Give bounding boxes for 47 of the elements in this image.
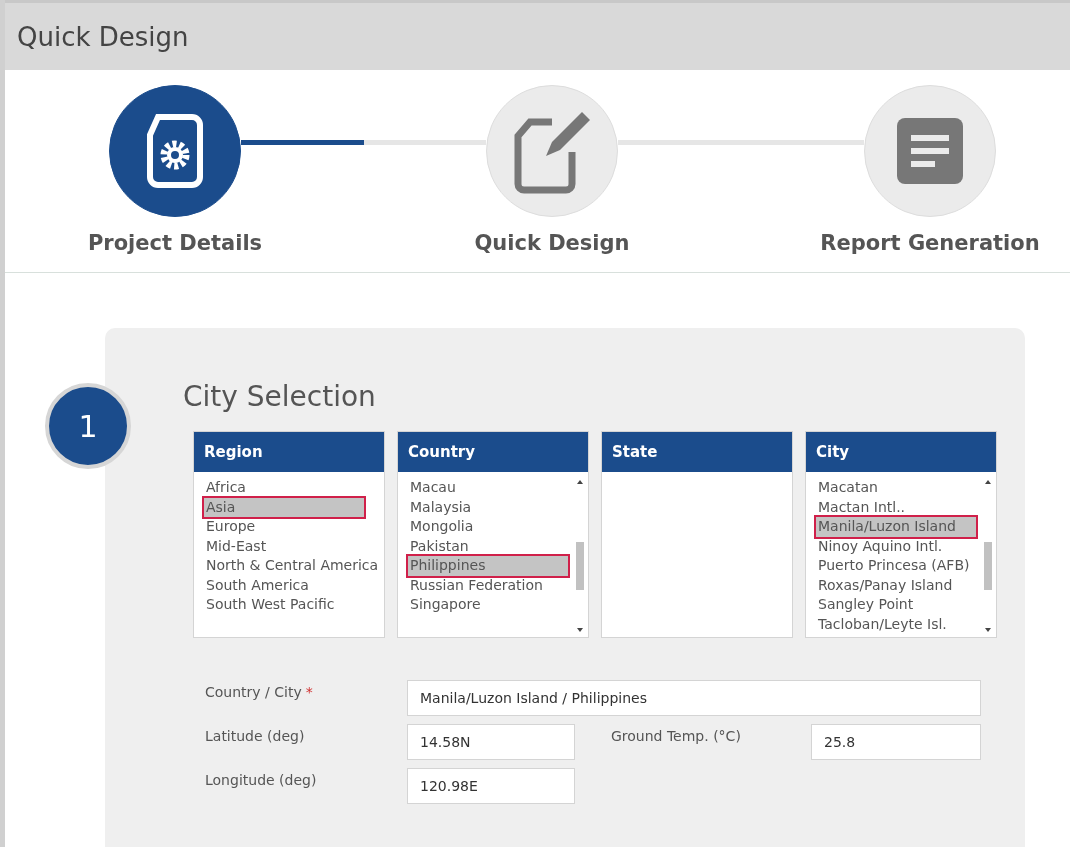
list-item[interactable]: Malaysia (408, 497, 568, 517)
required-mark: * (305, 683, 313, 700)
list-item[interactable]: Africa (204, 478, 364, 498)
input-field[interactable]: 120.98E (407, 768, 575, 804)
list-header: Region (194, 432, 384, 472)
list-item[interactable]: Russian Federation (408, 575, 568, 595)
step-label: Project Details (87, 231, 263, 255)
list-item[interactable]: Puerto Princesa (AFB) (816, 556, 976, 576)
list-item[interactable]: North & Central America (204, 556, 379, 576)
step-number: 1 (45, 383, 131, 469)
page-title: Quick Design (17, 21, 189, 52)
list-item[interactable]: Ninoy Aquino Intl. (816, 536, 976, 556)
list-box[interactable]: State (601, 431, 793, 638)
list-item[interactable]: Philippines (408, 556, 568, 576)
list-item[interactable]: Europe (204, 517, 364, 537)
list-item[interactable]: Macau (408, 478, 568, 498)
section-title: City Selection (183, 380, 376, 413)
list-item[interactable]: Asia (204, 497, 364, 517)
list-item[interactable]: Manila/Luzon Island (816, 517, 976, 537)
list-item[interactable]: Mid-East (204, 536, 364, 556)
list-item[interactable]: Macatan (816, 478, 976, 498)
field-label: Country / City (205, 683, 302, 700)
list-header: State (602, 432, 792, 472)
list-box[interactable]: Country Macau Malaysia Mongolia Pakistan Philippines Russian Federation Singapore (397, 431, 589, 638)
list-item[interactable]: Roxas/Panay Island (816, 575, 976, 595)
list-item[interactable]: South America (204, 575, 364, 595)
list-box[interactable]: City Macatan Mactan Intl.. Manila/Luzon Island Ninoy Aquino Intl. Puerto Princesa (AFB) Roxas/Panay Island Sangley Point Tacloban/Leyte Isl. (805, 431, 997, 638)
list-header: Country (398, 432, 588, 472)
field-label: Latitude (deg) (205, 727, 306, 744)
list-box[interactable]: Region Africa Asia Europe Mid-East North & Central America South America South West Pacific (193, 431, 385, 638)
field-label: Ground Temp. (°C) (611, 727, 742, 744)
step-label: Report Generation (820, 231, 1040, 255)
input-field[interactable]: 25.8 (811, 724, 981, 760)
list-item[interactable]: Sangley Point (816, 595, 976, 615)
list-item[interactable]: Mongolia (408, 517, 568, 537)
list-item[interactable]: South West Pacific (204, 595, 364, 615)
step-label: Quick Design (474, 231, 630, 255)
list-item[interactable]: Pakistan (408, 536, 568, 556)
list-header: City (806, 432, 996, 472)
input-field[interactable]: 14.58N (407, 724, 575, 760)
report-icon (897, 118, 963, 184)
list-item[interactable]: Singapore (408, 595, 568, 615)
document-gear-icon (144, 113, 206, 189)
input-field[interactable]: Manila/Luzon Island / Philippines (407, 680, 981, 716)
list-item[interactable]: Tacloban/Leyte Isl. (816, 614, 976, 634)
list-item[interactable]: Mactan Intl.. (816, 497, 976, 517)
field-label: Longitude (deg) (205, 771, 318, 788)
